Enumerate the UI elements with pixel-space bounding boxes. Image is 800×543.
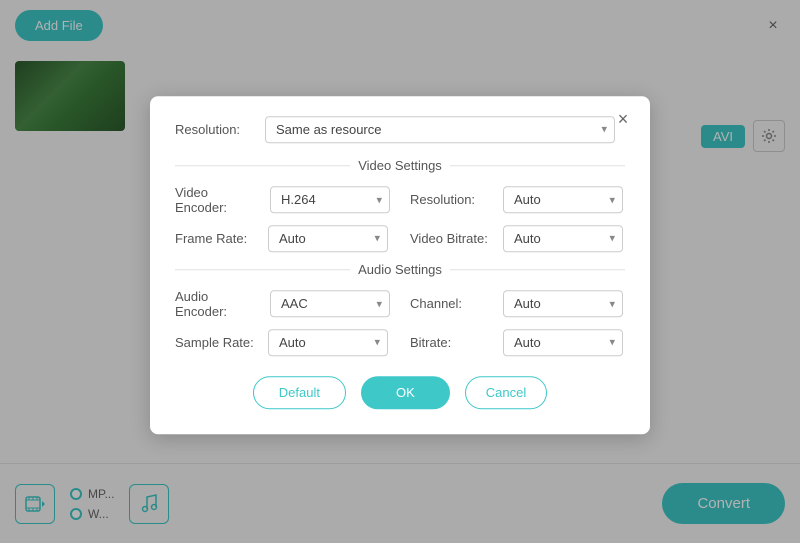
frame-rate-select-wrapper: Auto xyxy=(268,225,388,252)
bitrate-select[interactable]: Auto xyxy=(503,329,623,356)
divider-line-left xyxy=(175,165,350,166)
video-encoder-select-wrapper: H.264 xyxy=(270,186,390,213)
video-encoder-label: Video Encoder: xyxy=(175,185,262,215)
resolution-label: Resolution: xyxy=(175,122,265,137)
channel-label: Channel: xyxy=(410,296,495,311)
resolution2-row: Resolution: Auto xyxy=(410,185,625,215)
resolution-select[interactable]: Same as resource xyxy=(265,116,615,143)
video-bitrate-label: Video Bitrate: xyxy=(410,231,495,246)
resolution-row: Resolution: Same as resource xyxy=(175,116,625,143)
sample-rate-select[interactable]: Auto xyxy=(268,329,388,356)
video-settings-label: Video Settings xyxy=(358,158,442,173)
resolution-select-wrapper: Same as resource xyxy=(265,116,615,143)
resolution2-select[interactable]: Auto xyxy=(503,186,623,213)
app-container: Add File × AVI xyxy=(0,0,800,543)
video-bitrate-select-wrapper: Auto xyxy=(503,225,623,252)
dialog-buttons: Default OK Cancel xyxy=(175,376,625,409)
audio-divider-line-left xyxy=(175,269,350,270)
bitrate-label: Bitrate: xyxy=(410,335,495,350)
video-settings-grid: Video Encoder: H.264 Resolution: Auto xyxy=(175,185,625,252)
frame-rate-row: Frame Rate: Auto xyxy=(175,225,390,252)
resolution2-select-wrapper: Auto xyxy=(503,186,623,213)
default-button[interactable]: Default xyxy=(253,376,346,409)
bitrate-select-wrapper: Auto xyxy=(503,329,623,356)
channel-select[interactable]: Auto xyxy=(503,290,623,317)
sample-rate-label: Sample Rate: xyxy=(175,335,260,350)
video-encoder-select[interactable]: H.264 xyxy=(270,186,390,213)
frame-rate-select[interactable]: Auto xyxy=(268,225,388,252)
video-settings-divider: Video Settings xyxy=(175,158,625,173)
bitrate-row: Bitrate: Auto xyxy=(410,329,625,356)
audio-encoder-select[interactable]: AAC xyxy=(270,290,390,317)
video-bitrate-row: Video Bitrate: Auto xyxy=(410,225,625,252)
sample-rate-row: Sample Rate: Auto xyxy=(175,329,390,356)
channel-row: Channel: Auto xyxy=(410,289,625,319)
video-encoder-row: Video Encoder: H.264 xyxy=(175,185,390,215)
ok-button[interactable]: OK xyxy=(361,376,450,409)
video-bitrate-select[interactable]: Auto xyxy=(503,225,623,252)
audio-settings-grid: Audio Encoder: AAC Channel: Auto Sampl xyxy=(175,289,625,356)
channel-select-wrapper: Auto xyxy=(503,290,623,317)
divider-line-right xyxy=(450,165,625,166)
settings-dialog: × Resolution: Same as resource Video Set… xyxy=(150,96,650,434)
audio-encoder-label: Audio Encoder: xyxy=(175,289,262,319)
frame-rate-label: Frame Rate: xyxy=(175,231,260,246)
audio-settings-label: Audio Settings xyxy=(358,262,442,277)
sample-rate-select-wrapper: Auto xyxy=(268,329,388,356)
audio-encoder-row: Audio Encoder: AAC xyxy=(175,289,390,319)
audio-settings-divider: Audio Settings xyxy=(175,262,625,277)
cancel-button[interactable]: Cancel xyxy=(465,376,547,409)
audio-encoder-select-wrapper: AAC xyxy=(270,290,390,317)
audio-divider-line-right xyxy=(450,269,625,270)
resolution2-label: Resolution: xyxy=(410,192,495,207)
